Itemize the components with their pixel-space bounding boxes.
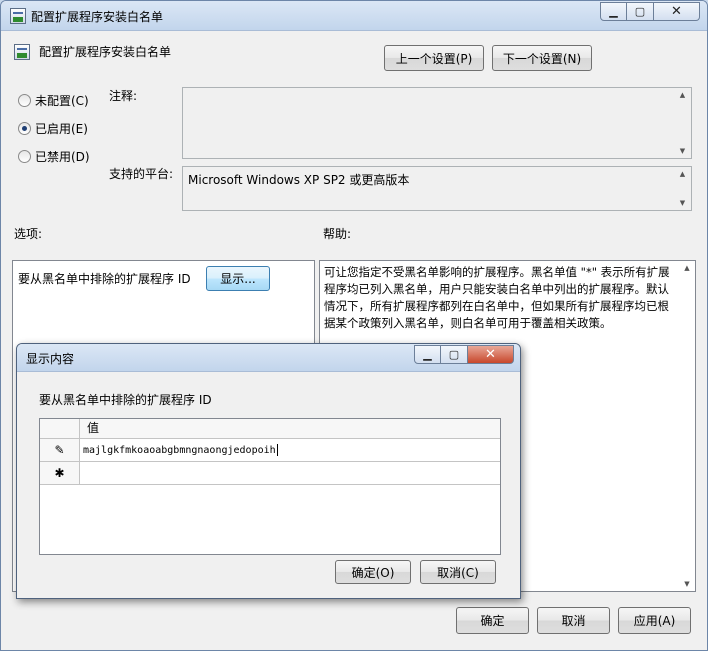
dialog-minimize-button[interactable]: ▁ [414,345,441,364]
help-scrollbar[interactable]: ▲ ▼ [679,261,695,591]
cancel-button[interactable]: 取消 [537,607,610,634]
radio-label: 未配置(C) [35,94,89,108]
close-icon: ✕ [485,347,496,362]
maximize-icon: ▢ [634,5,646,18]
pencil-icon: ✎ [54,443,65,457]
table-row-new[interactable] [80,462,500,485]
minimize-button[interactable]: ▁ [600,2,627,21]
window-title: 配置扩展程序安装白名单 [31,10,164,24]
scroll-down-icon[interactable]: ▼ [680,199,685,207]
table-row[interactable]: majlgkfmkoaoabgbmngnaongjedopoih [80,439,500,462]
column-header-label: 值 [87,421,100,435]
scroll-up-icon[interactable]: ▲ [680,170,685,178]
platform-value: Microsoft Windows XP SP2 或更高版本 [188,173,410,187]
setting-title: 配置扩展程序安装白名单 [39,45,172,59]
policy-header-icon [14,44,30,60]
minimize-icon: ▁ [609,5,618,18]
values-grid[interactable]: 值 ✎ majlgkfmkoaoabgbmngnaongjedopoih ✱ [39,418,501,555]
policy-window: 配置扩展程序安装白名单 ▁ ▢ ✕ 配置扩展程序安装白名单 上一个设置(P) 下… [0,0,708,651]
radio-circle[interactable] [18,94,31,107]
minimize-icon: ▁ [423,348,432,361]
dialog-caption-buttons: ▁ ▢ ✕ [414,345,514,364]
scroll-up-icon[interactable]: ▲ [680,91,685,99]
show-contents-dialog: 显示内容 ▁ ▢ ✕ 要从黑名单中排除的扩展程序 ID 值 ✎ majlgkfm… [16,343,521,599]
dialog-ok-button[interactable]: 确定(O) [335,560,411,584]
maximize-icon: ▢ [448,348,460,361]
option-text: 要从黑名单中排除的扩展程序 ID [18,272,191,286]
show-button[interactable]: 显示... [206,266,270,291]
text-caret [276,444,278,456]
close-icon: ✕ [671,4,682,19]
dialog-cancel-button[interactable]: 取消(C) [420,560,496,584]
radio-circle[interactable] [18,122,31,135]
dialog-title: 显示内容 [26,352,75,366]
ok-button[interactable]: 确定 [456,607,529,634]
policy-settings-icon [10,8,26,24]
comment-label: 注释: [109,89,138,103]
platform-label: 支持的平台: [109,167,174,181]
radio-circle[interactable] [18,150,31,163]
dialog-subtitle: 要从黑名单中排除的扩展程序 ID [39,393,212,407]
radio-not-configured[interactable]: 未配置(C) [18,92,89,109]
new-row-icon: ✱ [54,466,65,480]
scroll-up-icon[interactable]: ▲ [684,264,689,272]
platform-field[interactable]: Microsoft Windows XP SP2 或更高版本 ▲ ▼ [182,166,692,211]
options-label: 选项: [14,227,43,241]
close-button[interactable]: ✕ [654,2,700,21]
prev-setting-button[interactable]: 上一个设置(P) [384,45,484,71]
platform-scrollbar[interactable]: ▲ ▼ [674,167,691,210]
radio-label: 已禁用(D) [35,150,90,164]
apply-button[interactable]: 应用(A) [618,607,691,634]
window-titlebar[interactable]: 配置扩展程序安装白名单 ▁ ▢ ✕ [1,1,707,31]
row-header-new[interactable]: ✱ [40,462,80,485]
maximize-button[interactable]: ▢ [627,2,654,21]
help-text: 可让您指定不受黑名单影响的扩展程序。黑名单值 "*" 表示所有扩展程序均已列入黑… [324,265,670,330]
comment-scrollbar[interactable]: ▲ ▼ [674,88,691,158]
grid-corner-header [40,419,80,439]
row-header-edit[interactable]: ✎ [40,439,80,462]
radio-disabled[interactable]: 已禁用(D) [18,148,90,165]
window-caption-buttons: ▁ ▢ ✕ [600,2,700,21]
help-label: 帮助: [323,227,352,241]
radio-enabled[interactable]: 已启用(E) [18,120,88,137]
scroll-down-icon[interactable]: ▼ [684,580,689,588]
comment-field[interactable]: ▲ ▼ [182,87,692,159]
radio-label: 已启用(E) [35,122,88,136]
grid-column-header[interactable]: 值 [80,419,500,439]
dialog-maximize-button[interactable]: ▢ [441,345,468,364]
dialog-titlebar[interactable]: 显示内容 ▁ ▢ ✕ [17,344,520,372]
scroll-down-icon[interactable]: ▼ [680,147,685,155]
value-cell[interactable]: majlgkfmkoaoabgbmngnaongjedopoih [83,445,276,456]
next-setting-button[interactable]: 下一个设置(N) [492,45,592,71]
dialog-close-button[interactable]: ✕ [468,345,514,364]
